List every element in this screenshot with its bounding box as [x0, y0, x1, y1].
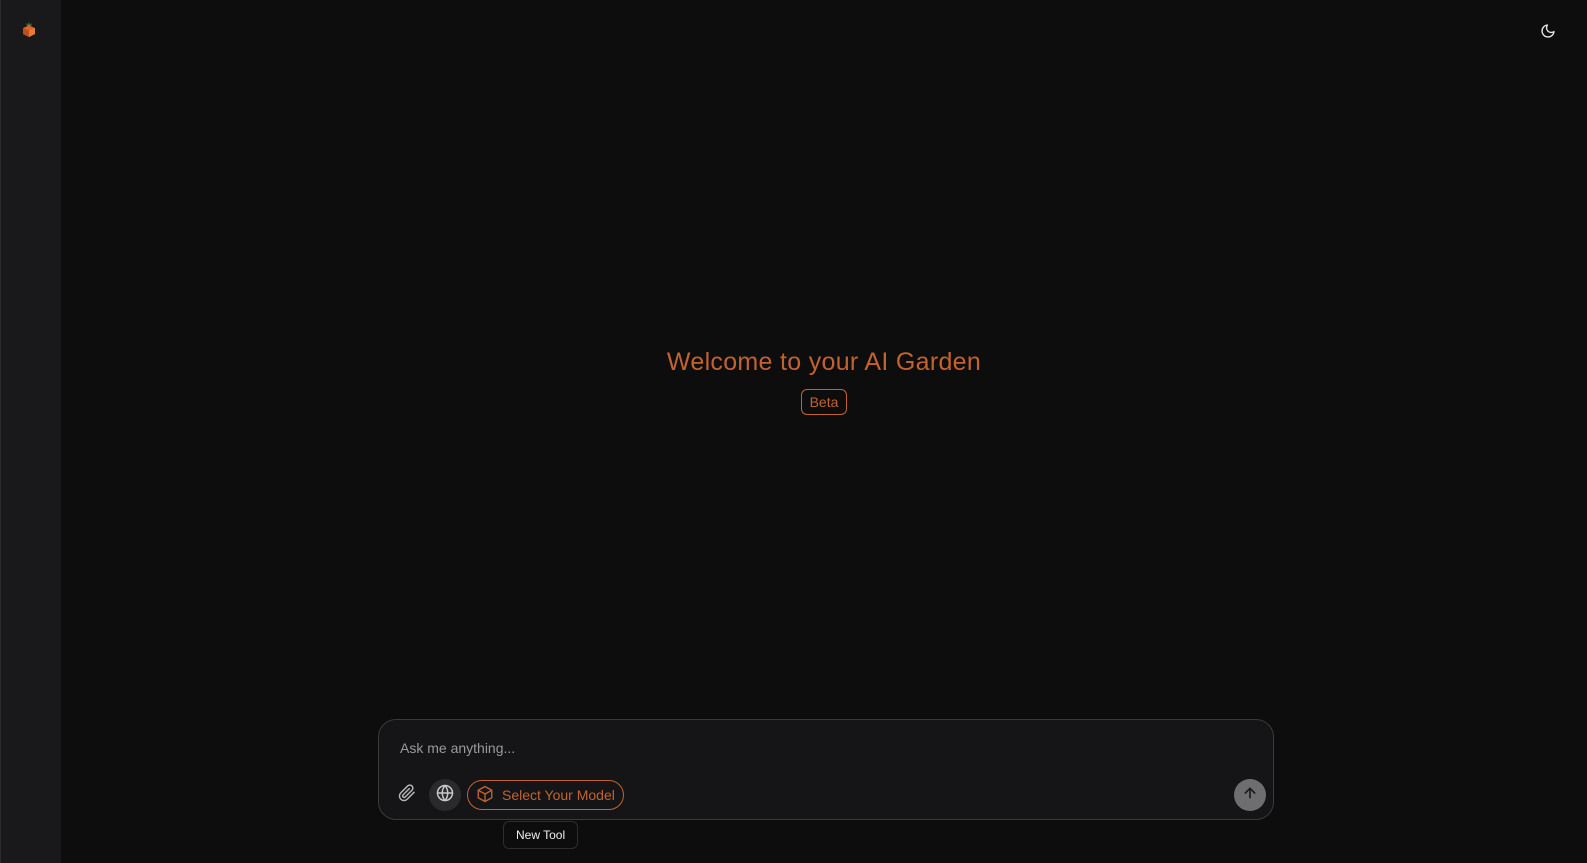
- globe-icon: [435, 783, 455, 808]
- select-model-button[interactable]: Select Your Model: [467, 780, 624, 810]
- select-model-label: Select Your Model: [502, 787, 615, 803]
- attach-button[interactable]: [391, 779, 423, 811]
- beta-badge: Beta: [800, 389, 848, 415]
- web-search-button[interactable]: [429, 779, 461, 811]
- welcome-section: Welcome to your AI Garden Beta: [61, 348, 1587, 415]
- moon-icon[interactable]: [1539, 22, 1557, 40]
- welcome-title: Welcome to your AI Garden: [666, 348, 982, 376]
- chat-composer: Select Your Model: [378, 719, 1274, 820]
- fruit-logo-icon[interactable]: [19, 20, 39, 40]
- arrow-up-icon: [1242, 785, 1258, 806]
- composer-toolbar: Select Your Model: [391, 779, 624, 811]
- app-root: Welcome to your AI Garden Beta Ask me an…: [0, 0, 1587, 863]
- paperclip-icon: [398, 783, 416, 807]
- new-tool-tooltip: New Tool: [503, 821, 579, 849]
- send-button[interactable]: [1234, 779, 1266, 811]
- sidebar: [0, 0, 61, 863]
- cube-icon: [476, 785, 494, 806]
- chat-input[interactable]: [398, 736, 1222, 760]
